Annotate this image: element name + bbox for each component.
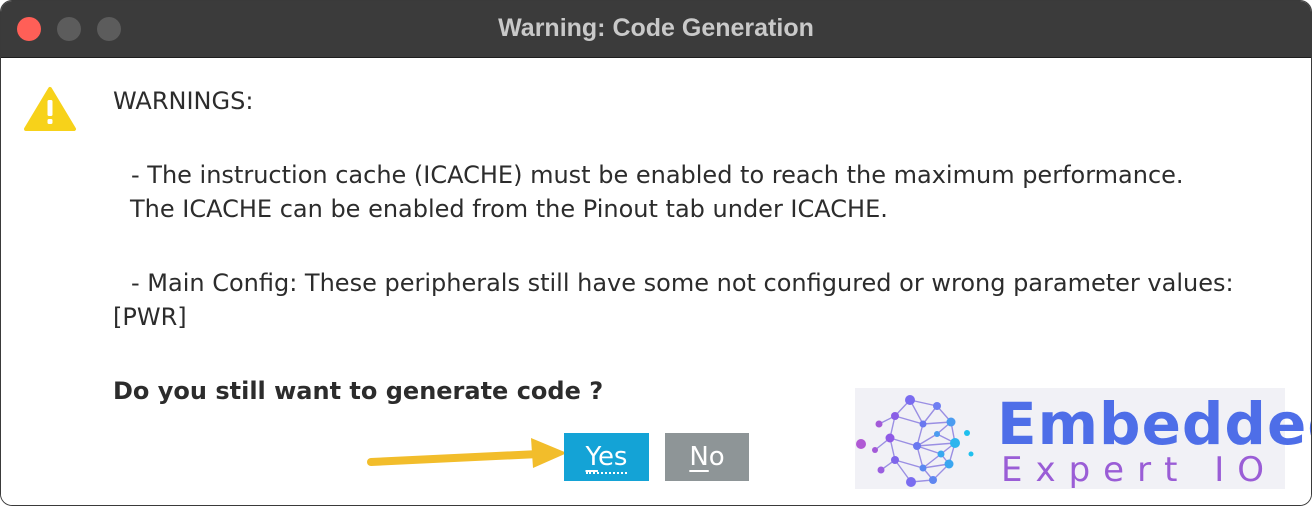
no-mnemonic: N — [689, 442, 709, 472]
no-button[interactable]: No — [665, 433, 749, 481]
no-label-rest: o — [708, 442, 725, 472]
neural-globe-icon — [856, 395, 974, 487]
warning-triangle-icon — [24, 87, 76, 131]
dialog-content: WARNINGS: - The instruction cache (ICACH… — [1, 58, 1311, 505]
yes-button[interactable]: Yes — [564, 433, 649, 481]
confirmation-question: Do you still want to generate code ? — [113, 377, 604, 405]
warnings-heading: WARNINGS: — [113, 87, 254, 115]
warning-mainconfig-line1: - Main Config: These peripherals still h… — [131, 269, 1234, 297]
pointer-arrow-icon — [367, 438, 567, 468]
warning-icache-line1: - The instruction cache (ICACHE) must be… — [131, 161, 1184, 189]
warning-icache-line2: The ICACHE can be enabled from the Pinou… — [130, 195, 888, 223]
yes-label-rest: es — [597, 442, 628, 472]
title-bar[interactable]: Warning: Code Generation — [1, 1, 1311, 58]
warning-mainconfig-line2: [PWR] — [113, 303, 187, 331]
window-title: Warning: Code Generation — [498, 14, 814, 42]
dialog-window: Warning: Code Generation WARNINGS: - The… — [0, 0, 1312, 506]
embedded-expert-logo: Embedded Expert IO — [855, 388, 1311, 490]
logo-text-expert-io: Expert IO — [1001, 450, 1278, 490]
logo-text-embedded: Embedded — [997, 390, 1311, 458]
yes-mnemonic: Y — [585, 442, 598, 472]
